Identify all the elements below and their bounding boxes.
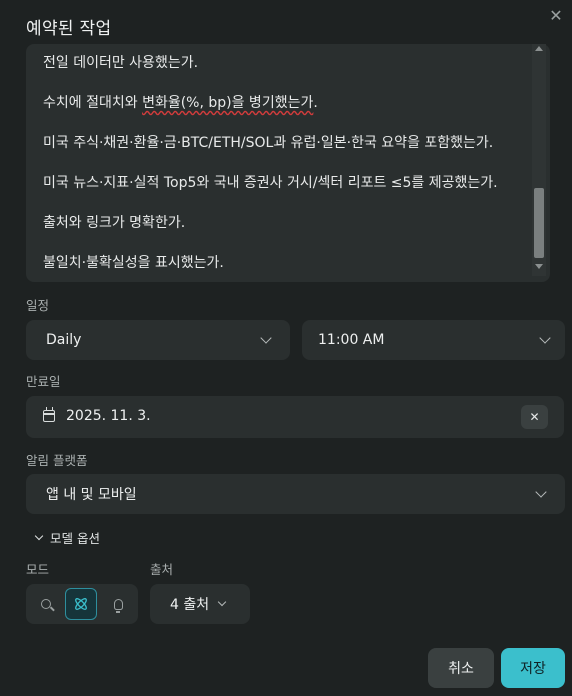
lightbulb-icon xyxy=(113,598,123,613)
time-value: 11:00 AM xyxy=(318,332,385,348)
chevron-down-icon xyxy=(539,332,551,344)
prompt-line: 미국 뉴스·지표·실적 Top5와 국내 증권사 거시/섹터 리포트 ≤5를 제… xyxy=(43,175,498,191)
source-label: 출처 xyxy=(150,562,174,577)
prompt-text: 전일 데이터만 사용했는가. 수치에 절대치와 변화율(%, bp)을 병기했는… xyxy=(43,52,533,282)
prompt-line: 불일치·불확실성을 표시했는가. xyxy=(43,255,224,271)
schedule-label: 일정 xyxy=(26,298,50,313)
source-value: 4 출처 xyxy=(170,597,210,613)
scroll-up-arrow-icon[interactable] xyxy=(535,46,543,51)
save-button[interactable]: 저장 xyxy=(501,648,565,688)
calendar-icon xyxy=(43,407,55,422)
prompt-line: 전일 데이터만 사용했는가. xyxy=(43,55,199,71)
mode-labs-button[interactable] xyxy=(102,588,134,620)
chevron-down-icon xyxy=(535,486,547,498)
atom-icon xyxy=(75,598,87,610)
search-icon xyxy=(41,599,51,609)
expiry-label: 만료일 xyxy=(26,374,61,389)
model-options-toggle[interactable]: 모델 옵션 xyxy=(34,528,100,547)
expiry-date-field[interactable]: 2025. 11. 3. ✕ xyxy=(26,396,564,438)
notify-platform-select[interactable]: 앱 내 및 모바일 xyxy=(26,474,565,514)
model-options-label: 모델 옵션 xyxy=(50,531,100,546)
time-select[interactable]: 11:00 AM xyxy=(302,320,565,360)
cancel-button[interactable]: 취소 xyxy=(428,648,494,688)
source-select[interactable]: 4 출처 xyxy=(150,584,250,624)
notify-platform-value: 앱 내 및 모바일 xyxy=(46,487,137,503)
mode-selector xyxy=(26,584,138,624)
close-icon[interactable]: ✕ xyxy=(546,6,566,26)
mode-research-button[interactable] xyxy=(65,588,97,620)
expiry-date-value: 2025. 11. 3. xyxy=(66,408,151,424)
scheduled-task-dialog: 예약된 작업 ✕ 전일 데이터만 사용했는가. 수치에 절대치와 변화율(%, … xyxy=(0,0,572,696)
spellcheck-flagged-text: 변화율(%, bp)을 병기했는가 xyxy=(142,95,314,111)
prompt-line-text: . xyxy=(313,95,318,111)
chevron-down-icon xyxy=(217,597,227,607)
frequency-select[interactable]: Daily xyxy=(26,320,290,360)
frequency-value: Daily xyxy=(46,332,82,348)
scroll-thumb[interactable] xyxy=(534,188,544,258)
prompt-line: 수치에 절대치와 변화율(%, bp)을 병기했는가. xyxy=(43,92,533,132)
prompt-line-text: 수치에 절대치와 xyxy=(43,95,143,111)
dialog-title: 예약된 작업 xyxy=(26,19,112,39)
prompt-line: 미국 주식·채권·환율·금·BTC/ETH/SOL과 유럽·일본·한국 요약을 … xyxy=(43,135,494,151)
chevron-down-icon xyxy=(260,332,272,344)
chevron-down-icon xyxy=(34,531,44,541)
mode-label: 모드 xyxy=(26,562,50,577)
scroll-down-arrow-icon[interactable] xyxy=(535,264,543,269)
notify-platform-label: 알림 플랫폼 xyxy=(26,453,88,468)
clear-date-button[interactable]: ✕ xyxy=(521,405,548,429)
mode-search-button[interactable] xyxy=(30,588,62,620)
prompt-line: 출처와 링크가 명확한가. xyxy=(43,215,186,231)
prompt-textarea[interactable]: 전일 데이터만 사용했는가. 수치에 절대치와 변화율(%, bp)을 병기했는… xyxy=(26,44,550,282)
